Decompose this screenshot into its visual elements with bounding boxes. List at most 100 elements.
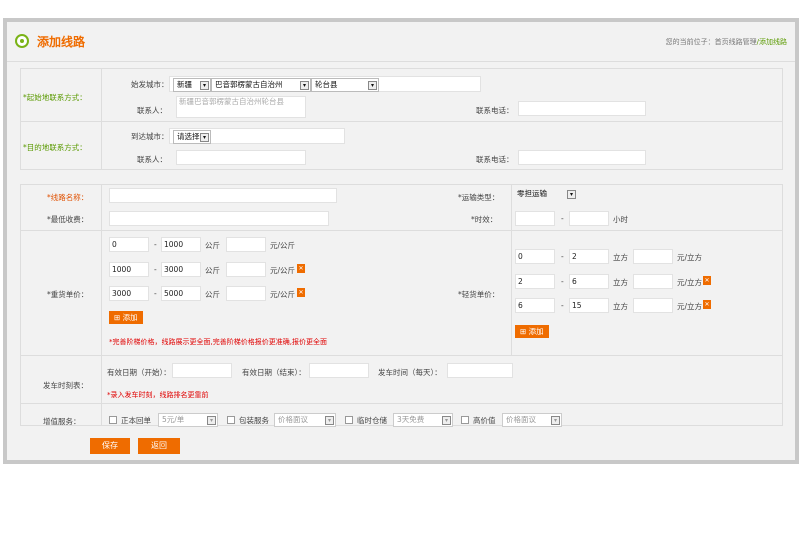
heavy-to-input[interactable]: 3000 [161, 262, 201, 277]
origin-contact-field[interactable]: 新疆巴音郭楞蒙古自治州轮台县 [176, 96, 306, 118]
breadcrumb: 您的当前位子：首页线路管理/添加线路 [665, 38, 787, 46]
heavy-price-input[interactable] [226, 286, 266, 301]
heavy-price-note: *完善阶梯价格，线路展示更全面,完善阶梯价格报价更准确,报价更全面 [109, 338, 327, 346]
add-icon: ⊞ [114, 313, 123, 322]
dest-phone-field[interactable] [518, 150, 646, 165]
addon-checkbox-packing[interactable] [227, 416, 235, 424]
origin-province-select[interactable]: 新疆 ▾ [173, 78, 211, 92]
origin-contact-label: 联系人： [137, 106, 167, 115]
origin-phone-label: 联系电话： [476, 106, 514, 115]
valid-end-input[interactable] [309, 363, 369, 378]
chevron-down-icon: ▾ [567, 190, 576, 199]
heavy-unit: 公斤 [205, 241, 220, 250]
light-price-input[interactable] [633, 274, 673, 289]
chevron-down-icon: ▾ [207, 416, 216, 425]
heavy-price-unit: 元/公斤 [270, 266, 296, 275]
delete-row-icon[interactable]: ✕ [297, 288, 305, 297]
route-form-section: *线路名称： *最低收费： *运输类型： 零担运输 ▾ *时效： - 小时 *重货… [20, 184, 783, 427]
chevron-down-icon: ▾ [368, 81, 377, 90]
dest-city-select[interactable]: 请选择 ▾ [173, 130, 211, 144]
heavy-add-button[interactable]: ⊞ 添加 [109, 311, 143, 324]
heavy-unit: 公斤 [205, 290, 220, 299]
heavy-price-label: *重货单价： [47, 290, 89, 299]
heavy-from-input[interactable]: 0 [109, 237, 149, 252]
light-unit: 立方 [613, 278, 628, 287]
light-from-input[interactable]: 0 [515, 249, 555, 264]
addon-checkbox-highvalue[interactable] [461, 416, 469, 424]
heavy-to-input[interactable]: 5000 [161, 286, 201, 301]
addon-label: 增值服务： [43, 417, 81, 426]
addon-select-storage[interactable]: 3天免费 ▾ [393, 413, 453, 427]
breadcrumb-home-link[interactable]: 首页线路管理 [715, 38, 757, 46]
time-from-input[interactable] [515, 211, 555, 226]
chevron-down-icon: ▾ [551, 416, 560, 425]
delete-row-icon[interactable]: ✕ [703, 300, 711, 309]
time-unit: 小时 [613, 215, 628, 224]
chevron-down-icon: ▾ [200, 81, 209, 90]
addon-select-highvalue[interactable]: 价格面议 ▾ [502, 413, 562, 427]
contact-section: *起始地联系方式： 始发城市： 新疆 ▾ 巴音郭楞蒙古自治州 ▾ 轮台县 ▾ 联系人：… [20, 68, 783, 170]
min-fee-label: *最低收费： [47, 215, 89, 224]
heavy-from-input[interactable]: 3000 [109, 286, 149, 301]
chevron-down-icon: ▾ [325, 416, 334, 425]
time-to-input[interactable] [569, 211, 609, 226]
light-to-input[interactable]: 15 [569, 298, 609, 313]
light-to-input[interactable]: 2 [569, 249, 609, 264]
transport-type-label: *运输类型： [458, 193, 500, 202]
addon-select-receipt[interactable]: 5元/单 ▾ [158, 413, 218, 427]
light-price-input[interactable] [633, 298, 673, 313]
route-name-label: *线路名称： [47, 193, 89, 202]
heavy-to-input[interactable]: 1000 [161, 237, 201, 252]
light-add-button[interactable]: ⊞ 添加 [515, 325, 549, 338]
heavy-price-unit: 元/公斤 [270, 290, 296, 299]
light-from-input[interactable]: 6 [515, 298, 555, 313]
heavy-unit: 公斤 [205, 266, 220, 275]
chevron-down-icon: ▾ [200, 133, 209, 142]
delete-row-icon[interactable]: ✕ [297, 264, 305, 273]
addon-checkbox-storage[interactable] [345, 416, 353, 424]
valid-start-input[interactable] [172, 363, 232, 378]
light-from-input[interactable]: 2 [515, 274, 555, 289]
chevron-down-icon: ▾ [442, 416, 451, 425]
valid-end-label: 有效日期（结束）： [242, 368, 306, 377]
schedule-note: *录入发车时刻，线路排名更靠前 [107, 391, 209, 399]
heavy-price-unit: 元/公斤 [270, 241, 296, 250]
back-button[interactable]: 返回 [138, 438, 180, 454]
light-price-unit: 元/立方 [677, 253, 703, 262]
valid-start-label: 有效日期（开始）： [107, 368, 171, 377]
light-price-input[interactable] [633, 249, 673, 264]
add-icon: ⊞ [520, 327, 529, 336]
addon-label-storage: 临时仓储 [357, 416, 387, 425]
route-name-input[interactable] [109, 188, 337, 203]
origin-section-label: *起始地联系方式： [23, 93, 87, 102]
light-price-unit: 元/立方 [677, 278, 703, 287]
addon-label-highvalue: 高价值 [473, 416, 496, 425]
depart-time-label: 发车时间（每天）： [378, 368, 442, 377]
light-to-input[interactable]: 6 [569, 274, 609, 289]
origin-city-label: 始发城市： [131, 80, 169, 89]
heavy-from-input[interactable]: 1000 [109, 262, 149, 277]
light-price-unit: 元/立方 [677, 302, 703, 311]
dest-phone-label: 联系电话： [476, 155, 514, 164]
transport-type-select[interactable]: 零担运输 ▾ [514, 188, 576, 202]
dest-contact-field[interactable] [176, 150, 306, 165]
save-button[interactable]: 保存 [90, 438, 130, 454]
addon-label-receipt: 正本回单 [121, 416, 151, 425]
page-title: 添加线路 [37, 35, 86, 49]
heavy-price-input[interactable] [226, 262, 266, 277]
light-price-label: *轻货单价： [458, 290, 500, 299]
heavy-price-input[interactable] [226, 237, 266, 252]
time-dash: - [561, 214, 564, 223]
light-unit: 立方 [613, 253, 628, 262]
origin-county-select[interactable]: 轮台县 ▾ [311, 78, 379, 92]
min-fee-input[interactable] [109, 211, 329, 226]
origin-phone-field[interactable] [518, 101, 646, 116]
addon-checkbox-receipt[interactable] [109, 416, 117, 424]
time-label: *时效： [471, 215, 498, 224]
depart-time-input[interactable] [447, 363, 513, 378]
addon-select-packing[interactable]: 价格面议 ▾ [274, 413, 336, 427]
dest-section-label: *目的地联系方式： [23, 143, 87, 152]
light-unit: 立方 [613, 302, 628, 311]
origin-prefecture-select[interactable]: 巴音郭楞蒙古自治州 ▾ [211, 78, 311, 92]
delete-row-icon[interactable]: ✕ [703, 276, 711, 285]
